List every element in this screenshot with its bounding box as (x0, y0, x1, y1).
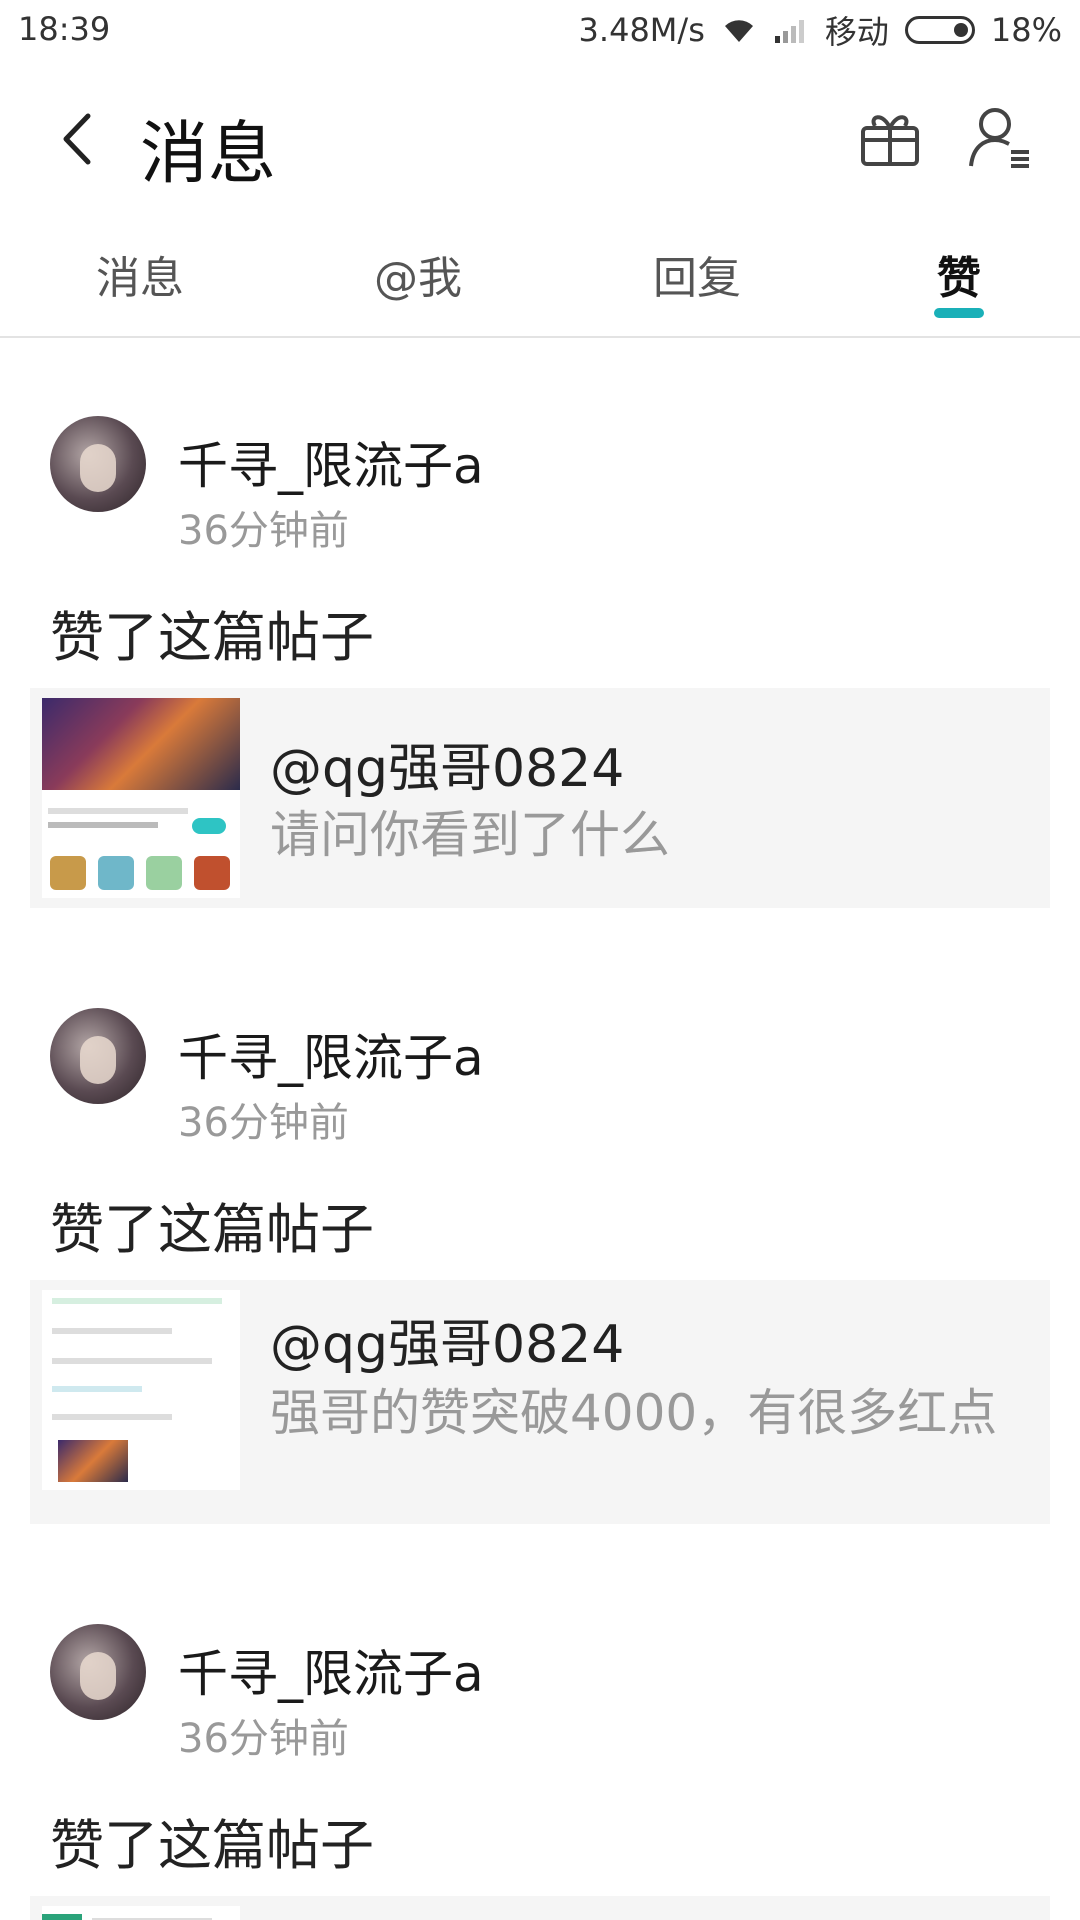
app-header: 消息 (0, 62, 1080, 212)
status-time: 18:39 (18, 10, 111, 48)
tab-replies[interactable]: 回复 (653, 242, 741, 306)
tab-messages[interactable]: 消息 (96, 242, 184, 306)
post-card[interactable]: @qg强哥0824 请问你看到了什么 (30, 688, 1050, 908)
username[interactable]: 千寻_限流子a (178, 1634, 484, 1706)
post-author: @qg强哥0824 (270, 1315, 625, 1375)
tab-bar: 消息 @我 回复 赞 (0, 212, 1080, 338)
action-text: 赞了这篇帖子 (50, 1198, 374, 1261)
action-text: 赞了这篇帖子 (50, 606, 374, 669)
back-arrow-icon[interactable] (50, 104, 110, 174)
active-tab-indicator (934, 308, 984, 318)
timestamp: 36分钟前 (178, 508, 349, 554)
avatar[interactable] (50, 1008, 146, 1104)
timestamp: 36分钟前 (178, 1716, 349, 1762)
timestamp: 36分钟前 (178, 1100, 349, 1146)
signal-icon (774, 20, 804, 43)
action-text: 赞了这篇帖子 (50, 1814, 374, 1877)
gift-icon[interactable] (855, 102, 925, 172)
username[interactable]: 千寻_限流子a (178, 1018, 484, 1090)
post-excerpt: 强哥的赞突破4000，有很多红点 (270, 1384, 998, 1442)
username[interactable]: 千寻_限流子a (178, 426, 484, 498)
post-excerpt: 请问你看到了什么 (270, 806, 670, 864)
post-author: @qg强哥0824 (270, 739, 625, 799)
avatar[interactable] (50, 1624, 146, 1720)
network-speed: 3.48M/s (578, 11, 705, 49)
status-bar: 18:39 3.48M/s 移动 18% (0, 0, 1080, 62)
page-title: 消息 (140, 115, 277, 194)
post-thumbnail (42, 1290, 240, 1490)
wifi-icon (724, 20, 753, 42)
tab-likes[interactable]: 赞 (937, 242, 981, 306)
carrier-name: 移动 (824, 13, 889, 51)
tab-mentions[interactable]: @我 (374, 242, 462, 306)
status-right-group: 3.48M/s 移动 18% (578, 10, 1062, 51)
post-card[interactable]: @qg强哥0824 强哥的赞突破4000，有很多红点 (30, 1280, 1050, 1524)
battery-icon (904, 16, 975, 44)
post-thumbnail (42, 1906, 240, 1920)
post-thumbnail (42, 698, 240, 898)
avatar[interactable] (50, 416, 146, 512)
post-card[interactable] (30, 1896, 1050, 1920)
battery-level: 18% (990, 11, 1062, 49)
user-settings-icon[interactable] (965, 102, 1035, 172)
